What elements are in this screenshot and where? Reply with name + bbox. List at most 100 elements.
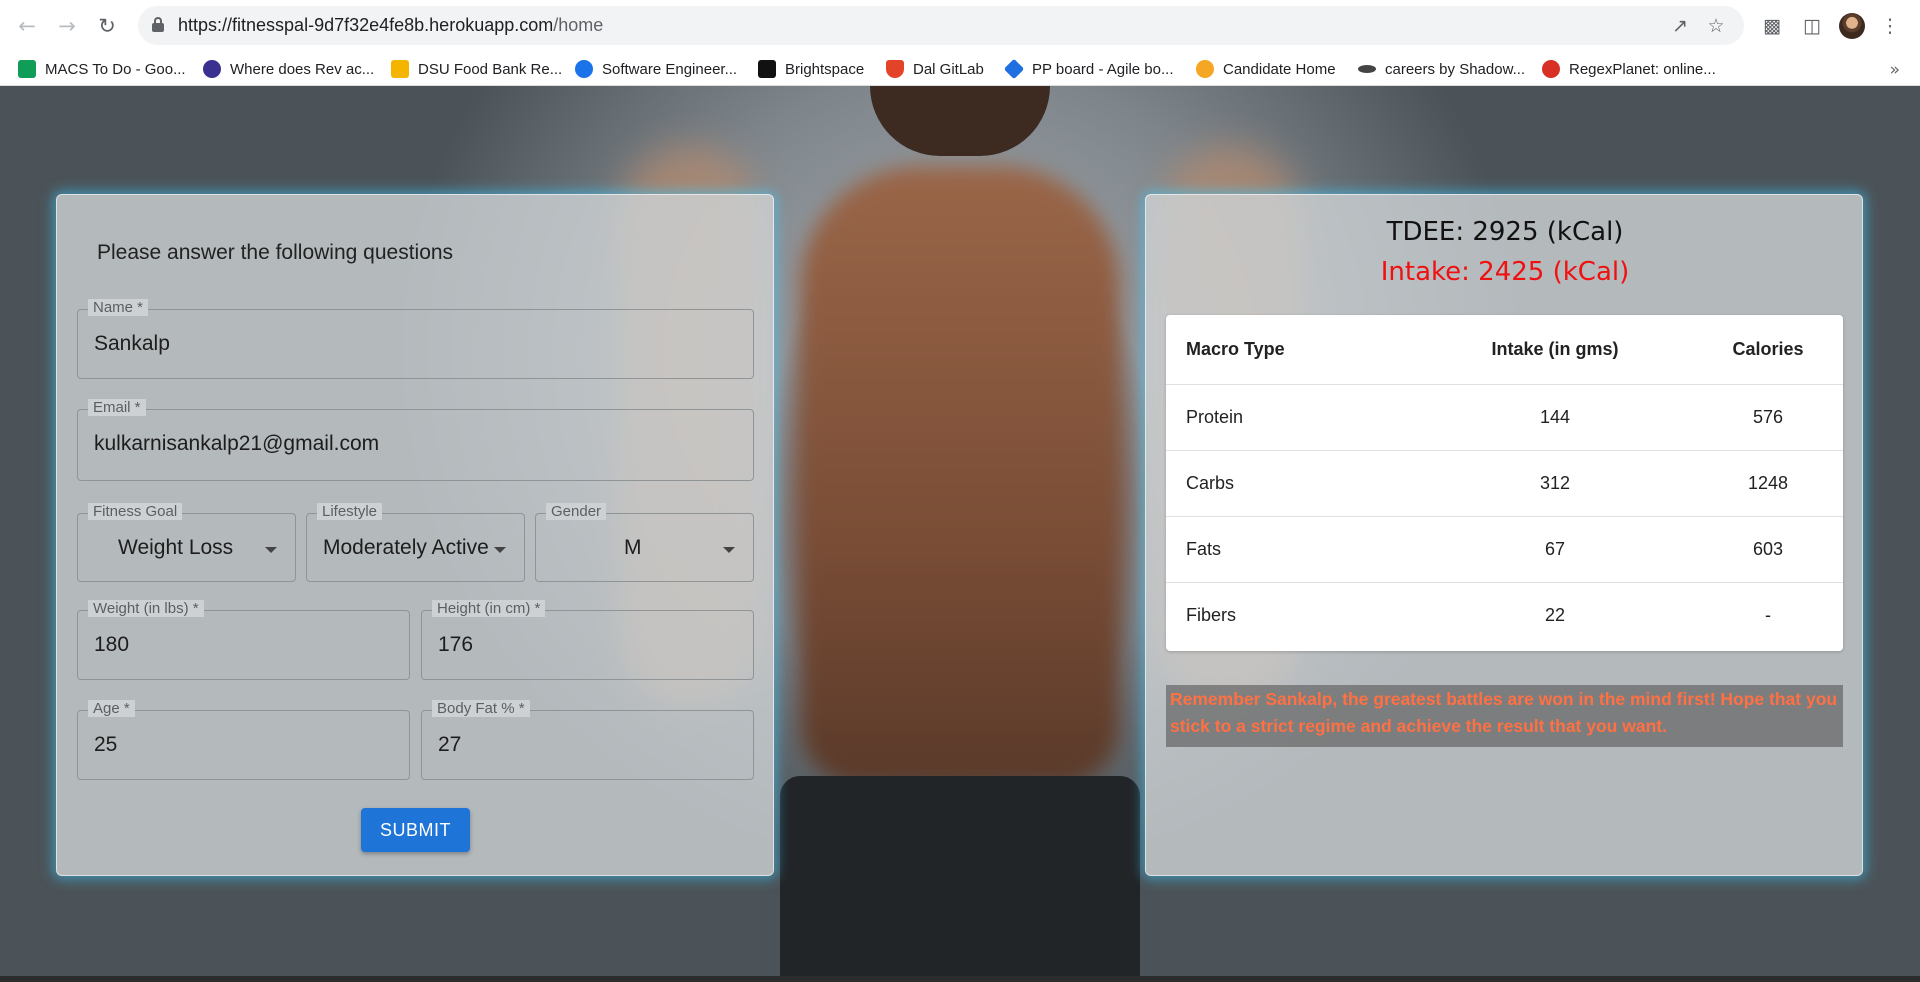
header-intake: Intake (in gms) xyxy=(1491,339,1619,359)
weight-label: Weight (in lbs) * xyxy=(88,600,204,617)
regexplanet-icon xyxy=(1542,60,1560,78)
name-value: Sankalp xyxy=(94,332,170,355)
submit-button[interactable]: SUBMIT xyxy=(361,808,470,852)
bookmark-label: RegexPlanet: online... xyxy=(1569,60,1716,78)
weight-value: 180 xyxy=(94,633,130,656)
email-field[interactable]: Email * kulkarnisankalp21@gmail.com xyxy=(77,399,754,481)
intake-cell: 144 xyxy=(1539,407,1571,427)
bookmark-label: careers by Shadow... xyxy=(1385,60,1526,78)
bookmark-dal-gitlab[interactable]: Dal GitLab xyxy=(886,59,984,79)
background-photo-torso xyxy=(800,166,1120,786)
macro-type-cell: Carbs xyxy=(1186,473,1235,493)
calories-cell: - xyxy=(1765,605,1771,625)
email-label: Email * xyxy=(88,399,146,416)
menu-kebab-icon[interactable]: ⋮ xyxy=(1877,13,1903,39)
age-value: 25 xyxy=(94,733,118,756)
fitness-goal-label: Fitness Goal xyxy=(88,503,183,520)
window-bottom-edge xyxy=(0,976,1920,982)
macro-type-cell: Fats xyxy=(1186,539,1222,559)
bookmark-label: MACS To Do - Goo... xyxy=(45,60,186,78)
bookmark-dsu-food-bank[interactable]: DSU Food Bank Re... xyxy=(391,59,562,79)
bookmark-rev[interactable]: Where does Rev ac... xyxy=(203,59,374,79)
table-header-row: Macro Type Intake (in gms) Calories xyxy=(1166,315,1843,385)
bookmarks-bar: MACS To Do - Goo... Where does Rev ac...… xyxy=(0,52,1920,86)
bookmark-software-engineer[interactable]: Software Engineer... xyxy=(575,59,737,79)
airtable-icon xyxy=(391,60,409,78)
macro-type-cell: Fibers xyxy=(1186,605,1237,625)
sheets-icon xyxy=(18,60,36,78)
back-icon[interactable]: ← xyxy=(14,13,40,39)
extensions-icon[interactable]: ▩ xyxy=(1759,13,1785,39)
results-card: TDEE: 2925 (kCal) Intake: 2425 (kCal) Ma… xyxy=(1145,194,1863,876)
shadow-icon xyxy=(1358,65,1376,73)
chevron-down-icon xyxy=(494,547,506,553)
fitness-goal-value: Weight Loss xyxy=(118,536,234,559)
weight-field[interactable]: Weight (in lbs) * 180 xyxy=(77,600,410,680)
body-fat-value: 27 xyxy=(438,733,462,756)
name-field[interactable]: Name * Sankalp xyxy=(77,299,754,379)
bookmark-regexplanet[interactable]: RegexPlanet: online... xyxy=(1542,59,1716,79)
lock-icon[interactable] xyxy=(152,17,164,33)
gender-label: Gender xyxy=(546,503,607,520)
lifestyle-label: Lifestyle xyxy=(317,503,383,520)
address-bar[interactable]: https://fitnesspal-9d7f32e4fe8b.herokuap… xyxy=(138,6,1744,45)
intake-value: Intake: 2425 (kCal) xyxy=(1380,257,1630,287)
bookmark-pp-board[interactable]: PP board - Agile bo... xyxy=(1003,58,1173,80)
bookmark-careers-shadow[interactable]: careers by Shadow... xyxy=(1358,59,1525,79)
age-label: Age * xyxy=(88,700,135,717)
calories-cell: 576 xyxy=(1752,407,1784,427)
profile-avatar[interactable] xyxy=(1839,13,1865,39)
bookmark-label: Software Engineer... xyxy=(602,60,738,78)
bookmark-candidate-home[interactable]: Candidate Home xyxy=(1196,59,1336,79)
workday-icon xyxy=(1196,60,1214,78)
bookmark-macs-todo[interactable]: MACS To Do - Goo... xyxy=(18,59,186,79)
rev-icon xyxy=(203,60,221,78)
d2l-icon xyxy=(758,60,776,78)
chevron-down-icon xyxy=(265,547,277,553)
body-fat-label: Body Fat % * xyxy=(432,700,530,717)
macro-table: Macro Type Intake (in gms) Calories Prot… xyxy=(1166,315,1843,651)
jira-icon xyxy=(1003,58,1025,80)
intake-cell: 67 xyxy=(1544,539,1566,559)
reload-icon[interactable]: ↻ xyxy=(94,13,120,39)
calories-cell: 603 xyxy=(1752,539,1784,559)
gender-select[interactable]: Gender M xyxy=(535,503,754,582)
url-text[interactable]: https://fitnesspal-9d7f32e4fe8b.herokuap… xyxy=(178,15,603,36)
bookmark-star-icon[interactable]: ☆ xyxy=(1704,14,1728,38)
motivation-quote: Remember Sankalp, the greatest battles a… xyxy=(1166,685,1843,747)
bookmark-brightspace[interactable]: Brightspace xyxy=(758,59,864,79)
side-panel-icon[interactable]: ◫ xyxy=(1799,13,1825,39)
table-row: Carbs 312 1248 xyxy=(1166,451,1843,517)
intake-cell: 312 xyxy=(1539,473,1571,493)
gender-value: M xyxy=(624,536,642,559)
browser-toolbar: ← → ↻ https://fitnesspal-9d7f32e4fe8b.he… xyxy=(0,0,1920,52)
bookmark-label: Dal GitLab xyxy=(913,60,984,78)
macro-type-cell: Protein xyxy=(1186,407,1244,427)
email-value: kulkarnisankalp21@gmail.com xyxy=(94,432,380,455)
more-bookmarks-icon[interactable]: » xyxy=(1890,60,1900,80)
header-calories: Calories xyxy=(1732,339,1804,359)
header-macro-type: Macro Type xyxy=(1186,339,1285,359)
lifestyle-value: Moderately Active xyxy=(323,536,489,559)
background-photo-shorts xyxy=(780,776,1140,976)
height-label: Height (in cm) * xyxy=(432,600,546,617)
table-row: Protein 144 576 xyxy=(1166,385,1843,451)
name-label: Name * xyxy=(88,299,149,316)
background-photo-head xyxy=(870,86,1050,156)
gitlab-icon xyxy=(886,60,904,78)
forward-icon[interactable]: → xyxy=(54,13,80,39)
globe-icon xyxy=(575,60,593,78)
height-field[interactable]: Height (in cm) * 176 xyxy=(421,600,754,680)
bookmark-label: Where does Rev ac... xyxy=(230,60,375,78)
age-field[interactable]: Age * 25 xyxy=(77,700,410,780)
height-value: 176 xyxy=(438,633,474,656)
share-icon[interactable]: ↗ xyxy=(1668,14,1692,38)
fitness-goal-select[interactable]: Fitness Goal Weight Loss xyxy=(77,503,296,582)
lifestyle-select[interactable]: Lifestyle Moderately Active xyxy=(306,503,525,582)
body-fat-field[interactable]: Body Fat % * 27 xyxy=(421,700,754,780)
table-row: Fibers 22 - xyxy=(1166,583,1843,651)
questionnaire-card: Please answer the following questions Na… xyxy=(56,194,774,876)
calories-cell: 1248 xyxy=(1747,473,1789,493)
bookmark-label: Brightspace xyxy=(785,60,865,78)
intake-cell: 22 xyxy=(1544,605,1566,625)
